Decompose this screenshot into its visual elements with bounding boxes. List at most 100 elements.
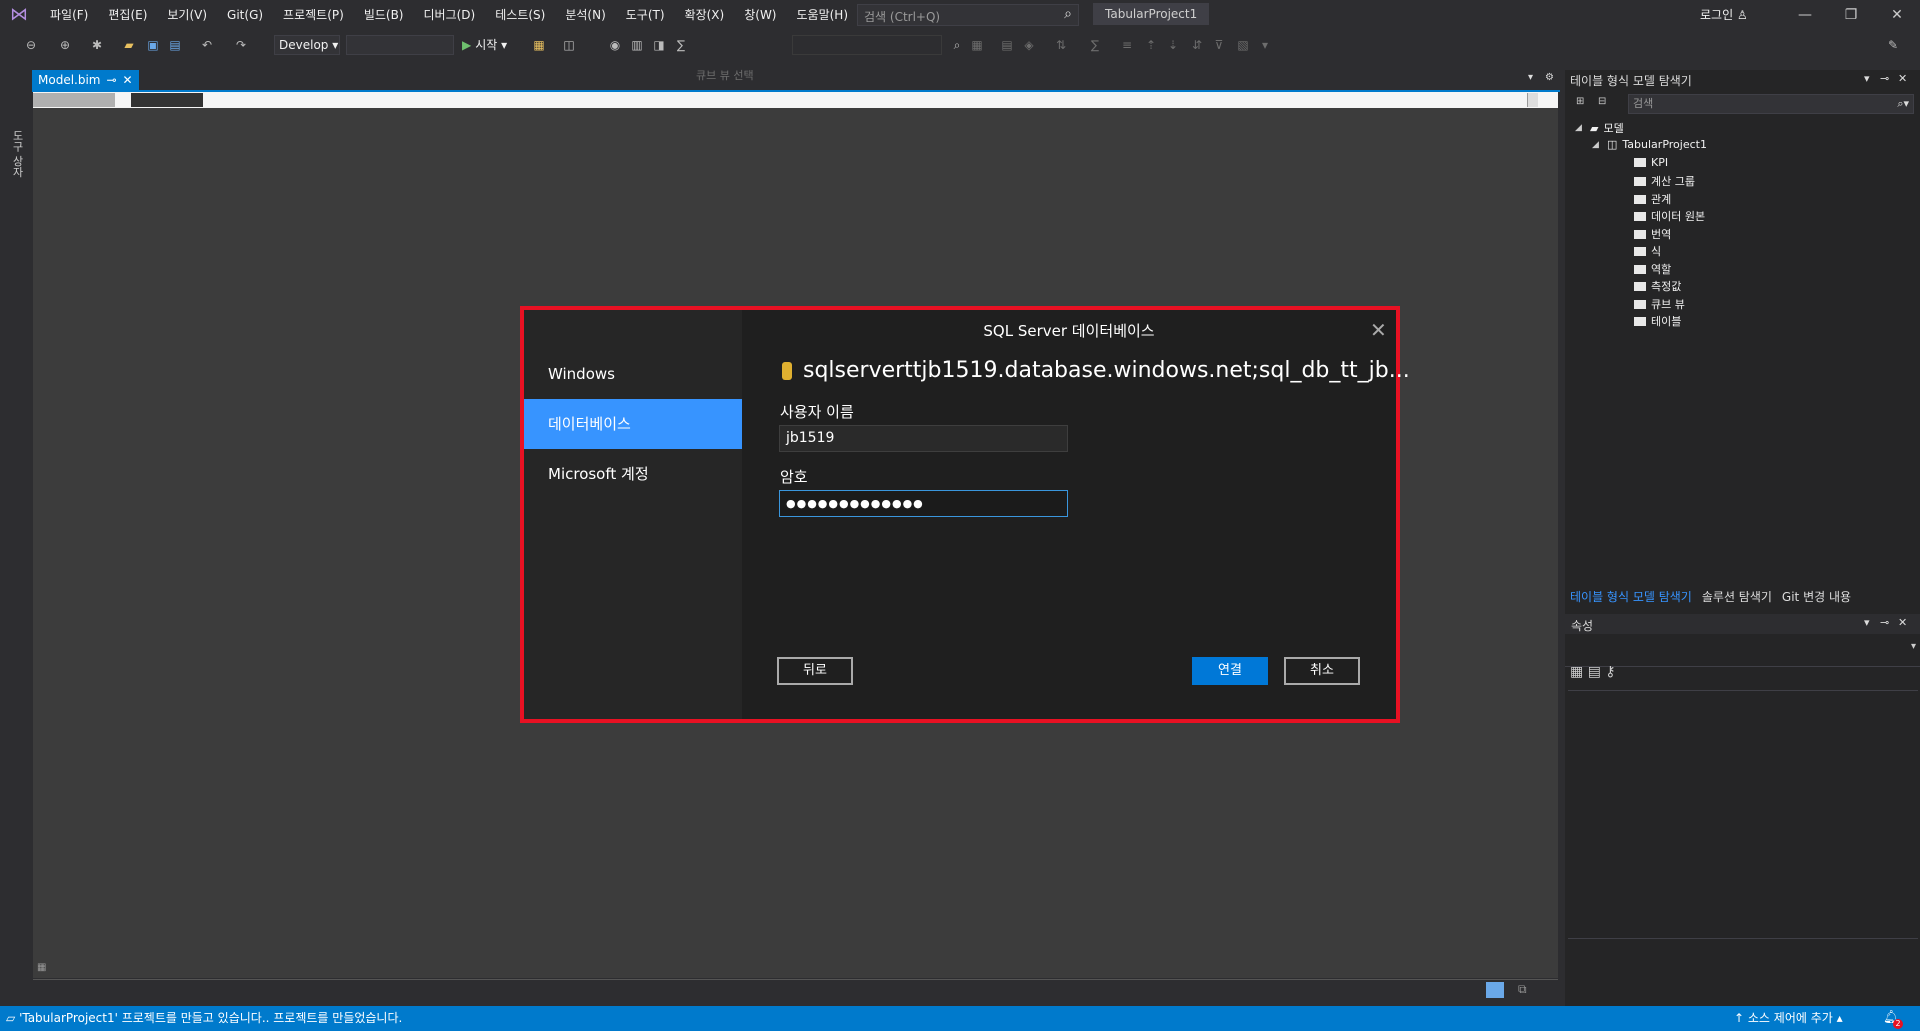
username-field[interactable]: jb1519	[779, 425, 1068, 452]
tab-close-icon[interactable]: ✕	[123, 70, 133, 90]
toolbar-overflow-icon[interactable]: ▾	[1258, 38, 1272, 52]
cube-select-dropdown[interactable]	[792, 35, 942, 55]
sort-asc-icon[interactable]: ⇡	[1144, 38, 1158, 52]
sigma-box-icon[interactable]: ∑	[674, 38, 688, 52]
properties-pin-icon[interactable]: ⊸	[1880, 616, 1889, 629]
tab-overflow-icon[interactable]: ▾	[1528, 72, 1533, 83]
add-to-source-control-button[interactable]: ↑ 소스 제어에 추가 ▴	[1734, 1006, 1843, 1031]
save-all-icon[interactable]: ▤	[168, 38, 182, 52]
live-share-icon[interactable]: ✎	[1886, 38, 1900, 52]
calculation-icon[interactable]: ◫	[562, 38, 576, 52]
tree-item-perspectives[interactable]: 큐브 뷰	[1634, 296, 1685, 312]
explorer-search-input[interactable]: 검색 ⌕▾	[1628, 94, 1914, 114]
sort-desc-icon[interactable]: ⇣	[1166, 38, 1180, 52]
alphabetical-icon[interactable]: ▤	[1588, 664, 1601, 680]
menu-git[interactable]: Git(G)	[217, 0, 273, 30]
nav-windows[interactable]: Windows	[524, 350, 742, 398]
restore-icon[interactable]: ❐	[1828, 0, 1874, 30]
tree-item-measures[interactable]: 측정값	[1634, 278, 1681, 294]
autosum-icon[interactable]: ∑	[1088, 38, 1102, 52]
tab-solution-explorer[interactable]: 솔루션 탐색기	[1697, 587, 1777, 607]
menu-tools[interactable]: 도구(T)	[616, 0, 675, 30]
diagram-view-icon[interactable]: ⧉	[1518, 982, 1527, 997]
diagram-icon[interactable]: ▤	[1000, 38, 1014, 52]
clear-sort-icon[interactable]: ⇵	[1190, 38, 1204, 52]
explorer-pin-icon[interactable]: ⊸	[1880, 72, 1889, 85]
tree-item-kpi[interactable]: KPI	[1634, 156, 1668, 169]
forward-icon[interactable]: ⊕	[58, 38, 72, 52]
filter-clear-icon[interactable]: ⊽	[1212, 38, 1226, 52]
save-icon[interactable]: ▣	[146, 38, 160, 52]
minimize-icon[interactable]: —	[1782, 0, 1828, 30]
tab-model-bim[interactable]: Model.bim ⊸ ✕	[32, 70, 139, 90]
database-icon[interactable]: ◉	[608, 38, 622, 52]
properties-close-icon[interactable]: ✕	[1898, 616, 1907, 629]
menu-edit[interactable]: 편집(E)	[98, 0, 157, 30]
model-scope-selector[interactable]	[33, 93, 115, 107]
login-button[interactable]: 로그인 ♙	[1700, 0, 1748, 30]
tree-item-tables[interactable]: 테이블	[1634, 313, 1681, 329]
tree-item-relationships[interactable]: 관계	[1634, 191, 1671, 207]
align-icon[interactable]: ≡	[1120, 38, 1134, 52]
model-strip-scroll[interactable]	[1527, 93, 1538, 107]
manage-icon[interactable]: ▧	[1236, 38, 1250, 52]
table-properties-icon[interactable]: ▥	[630, 38, 644, 52]
platform-dropdown[interactable]	[346, 35, 454, 55]
properties-object-selector[interactable]: ▾	[1565, 635, 1920, 667]
grid-view-icon[interactable]	[1486, 982, 1504, 998]
connect-button[interactable]: 연결	[1192, 657, 1268, 685]
start-button[interactable]: ▶ 시작 ▾	[462, 35, 507, 55]
search-icon[interactable]: ⌕	[1064, 6, 1072, 22]
collapse-all-icon[interactable]: ⊟	[1598, 96, 1606, 107]
tree-item-roles[interactable]: 역할	[1634, 261, 1671, 277]
import-icon[interactable]: ▦	[532, 38, 546, 52]
filter-icon[interactable]: ◨	[652, 38, 666, 52]
undo-icon[interactable]: ↶	[200, 38, 214, 52]
password-field[interactable]: ●●●●●●●●●●●●●	[779, 490, 1068, 517]
cube-icon[interactable]: ◈	[1022, 38, 1036, 52]
new-project-icon[interactable]: ✱	[90, 38, 104, 52]
model-table-selector[interactable]	[131, 93, 203, 107]
object-dropdown-icon[interactable]: ▾	[1911, 641, 1916, 652]
tree-model[interactable]: ◢ ▰ 모델	[1575, 120, 1624, 136]
menu-build[interactable]: 빌드(B)	[354, 0, 414, 30]
menu-help[interactable]: 도움말(H)	[787, 0, 859, 30]
open-folder-icon[interactable]: ▰	[122, 38, 136, 52]
tab-settings-icon[interactable]: ⚙	[1545, 72, 1554, 83]
menu-analyze[interactable]: 분석(N)	[555, 0, 615, 30]
explorer-menu-icon[interactable]: ▾	[1864, 72, 1870, 85]
configuration-dropdown[interactable]: Develop ▾	[274, 35, 340, 55]
tree-item-data-sources[interactable]: 데이터 원본	[1634, 208, 1705, 224]
tab-tabular-model-explorer[interactable]: 테이블 형식 모델 탐색기	[1565, 587, 1697, 607]
find-icon[interactable]: ⌕	[950, 38, 964, 52]
close-icon[interactable]: ✕	[1874, 0, 1920, 30]
menu-extensions[interactable]: 확장(X)	[675, 0, 735, 30]
property-pages-icon[interactable]: ⚷	[1605, 664, 1615, 680]
redo-icon[interactable]: ↷	[234, 38, 248, 52]
toolbox-tab[interactable]: 도구 상자	[9, 130, 25, 178]
sort-icon[interactable]: ⇅	[1054, 38, 1068, 52]
menu-file[interactable]: 파일(F)	[40, 0, 98, 30]
properties-menu-icon[interactable]: ▾	[1864, 616, 1870, 629]
expand-all-icon[interactable]: ⊞	[1576, 96, 1584, 107]
explorer-close-icon[interactable]: ✕	[1898, 72, 1907, 85]
tree-item-translations[interactable]: 번역	[1634, 226, 1671, 242]
menu-view[interactable]: 보기(V)	[157, 0, 217, 30]
tree-item-expressions[interactable]: 식	[1634, 243, 1661, 259]
cancel-button[interactable]: 취소	[1284, 657, 1360, 685]
menu-window[interactable]: 창(W)	[734, 0, 786, 30]
tab-git-changes[interactable]: Git 변경 내용	[1777, 587, 1856, 607]
search-input[interactable]: 검색 (Ctrl+Q) ⌕	[857, 4, 1079, 26]
explorer-search-icon[interactable]: ⌕▾	[1897, 95, 1909, 113]
expand-arrow-icon[interactable]: ◢	[1592, 140, 1602, 150]
pin-icon[interactable]: ⊸	[106, 70, 116, 90]
nav-database[interactable]: 데이터베이스	[524, 399, 742, 449]
tree-item-calc-groups[interactable]: 계산 그룹	[1634, 173, 1695, 189]
nav-microsoft-account[interactable]: Microsoft 계정	[524, 450, 742, 498]
visual-studio-logo-icon[interactable]: ⋈	[10, 5, 34, 25]
menu-project[interactable]: 프로젝트(P)	[273, 0, 354, 30]
back-icon[interactable]: ⊖	[24, 38, 38, 52]
expand-arrow-icon[interactable]: ◢	[1575, 123, 1585, 133]
tree-project[interactable]: ◢ ◫ TabularProject1	[1592, 138, 1707, 151]
sheet-icon[interactable]: ▦	[37, 962, 46, 973]
